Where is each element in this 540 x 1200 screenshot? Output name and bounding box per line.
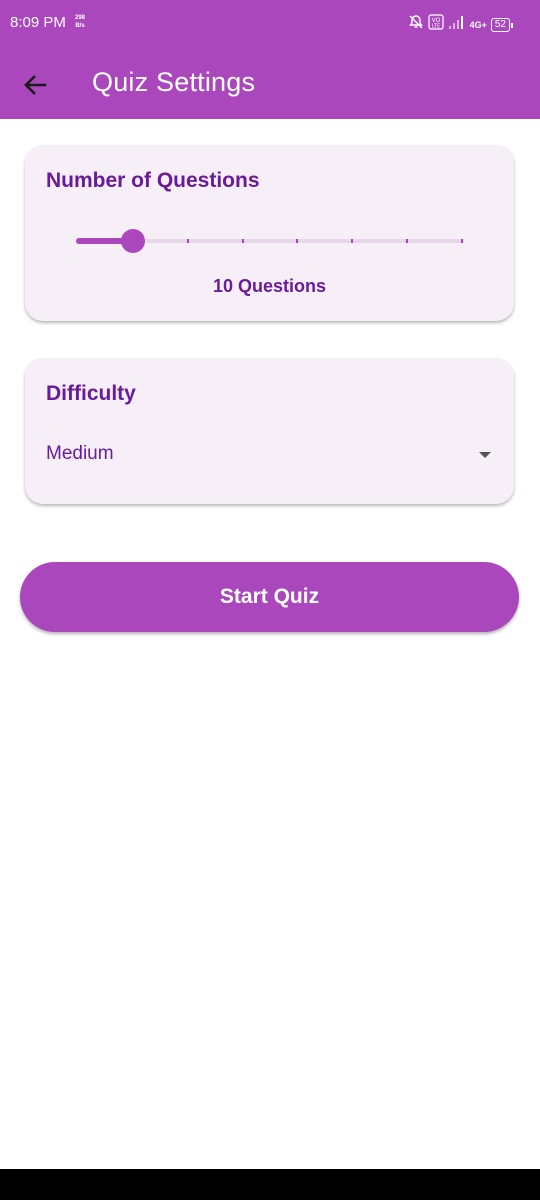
status-bar: 8:09 PM 298 B/s VO LTE 4G+ 52 [0,0,540,48]
status-time: 8:09 PM [10,14,66,31]
volte-icon: VO LTE [428,14,444,35]
slider-thumb[interactable] [120,229,145,253]
net-speed: 298 B/s [75,14,85,30]
slider-tick [406,239,409,243]
difficulty-card: Difficulty Medium [25,358,514,504]
status-icons: VO LTE 4G+ 52 [408,14,514,35]
slider-tick [296,239,299,243]
slider-tick [351,239,354,243]
slider-tick [241,239,244,243]
questions-value-label: 10 Questions [212,276,327,296]
slider-tick [461,239,463,243]
svg-text:LTE: LTE [431,24,439,30]
page-title: Quiz Settings [92,67,256,97]
questions-card-title: Number of Questions [46,169,260,192]
questions-slider[interactable] [76,227,464,255]
system-nav-bar [0,1169,540,1200]
questions-card: Number of Questions 10 Questions [25,145,514,321]
net-speed-value: 298 [75,15,86,21]
arrow-drop-down-icon [479,452,491,458]
difficulty-card-title: Difficulty [46,382,136,405]
net-speed-unit: B/s [75,23,85,29]
network-icon: 4G+ [469,19,487,30]
bell-off-icon [408,14,424,35]
slider-tick [186,239,189,243]
difficulty-dropdown[interactable]: Medium [46,438,491,470]
app-bar: Quiz Settings [0,48,540,119]
arrow-back-icon[interactable] [20,70,50,100]
start-quiz-button[interactable]: Start Quiz [20,562,519,632]
difficulty-selected-value: Medium [46,443,114,464]
signal-icon [448,15,466,34]
battery-icon: 52 [490,17,514,32]
